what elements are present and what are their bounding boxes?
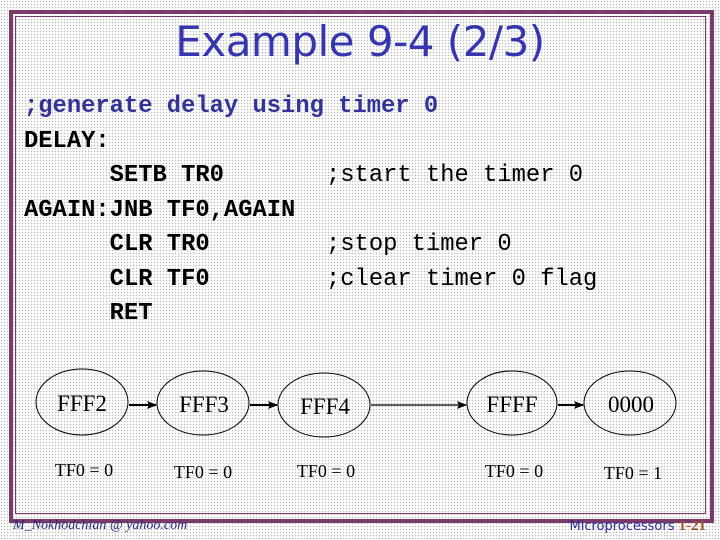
state-node-label: 0000	[608, 392, 654, 417]
page-number: 1-21	[678, 518, 707, 534]
flag-label: TF0 = 0	[174, 462, 232, 482]
flag-label: TF0 = 0	[297, 461, 355, 481]
footer-course-name: Microprocessors	[569, 519, 675, 534]
state-node-label: FFF4	[300, 394, 350, 419]
flag-label: TF0 = 0	[485, 461, 543, 481]
footer-course: Microprocessors 1-21	[569, 518, 706, 535]
flag-label: TF0 = 0	[55, 460, 113, 480]
state-node-label: FFFF	[486, 392, 537, 417]
state-node-label: FFF2	[57, 391, 107, 416]
timer-state-diagram: FFF2 FFF3 FFF4 FFFF 0000 TF0 = 0 TF0 = 0…	[35, 368, 677, 483]
flag-label: TF0 = 1	[604, 463, 662, 483]
state-node-label: FFF3	[179, 392, 229, 417]
footer-author-email: M_Nokhodchian @ yahoo.com	[13, 518, 188, 533]
